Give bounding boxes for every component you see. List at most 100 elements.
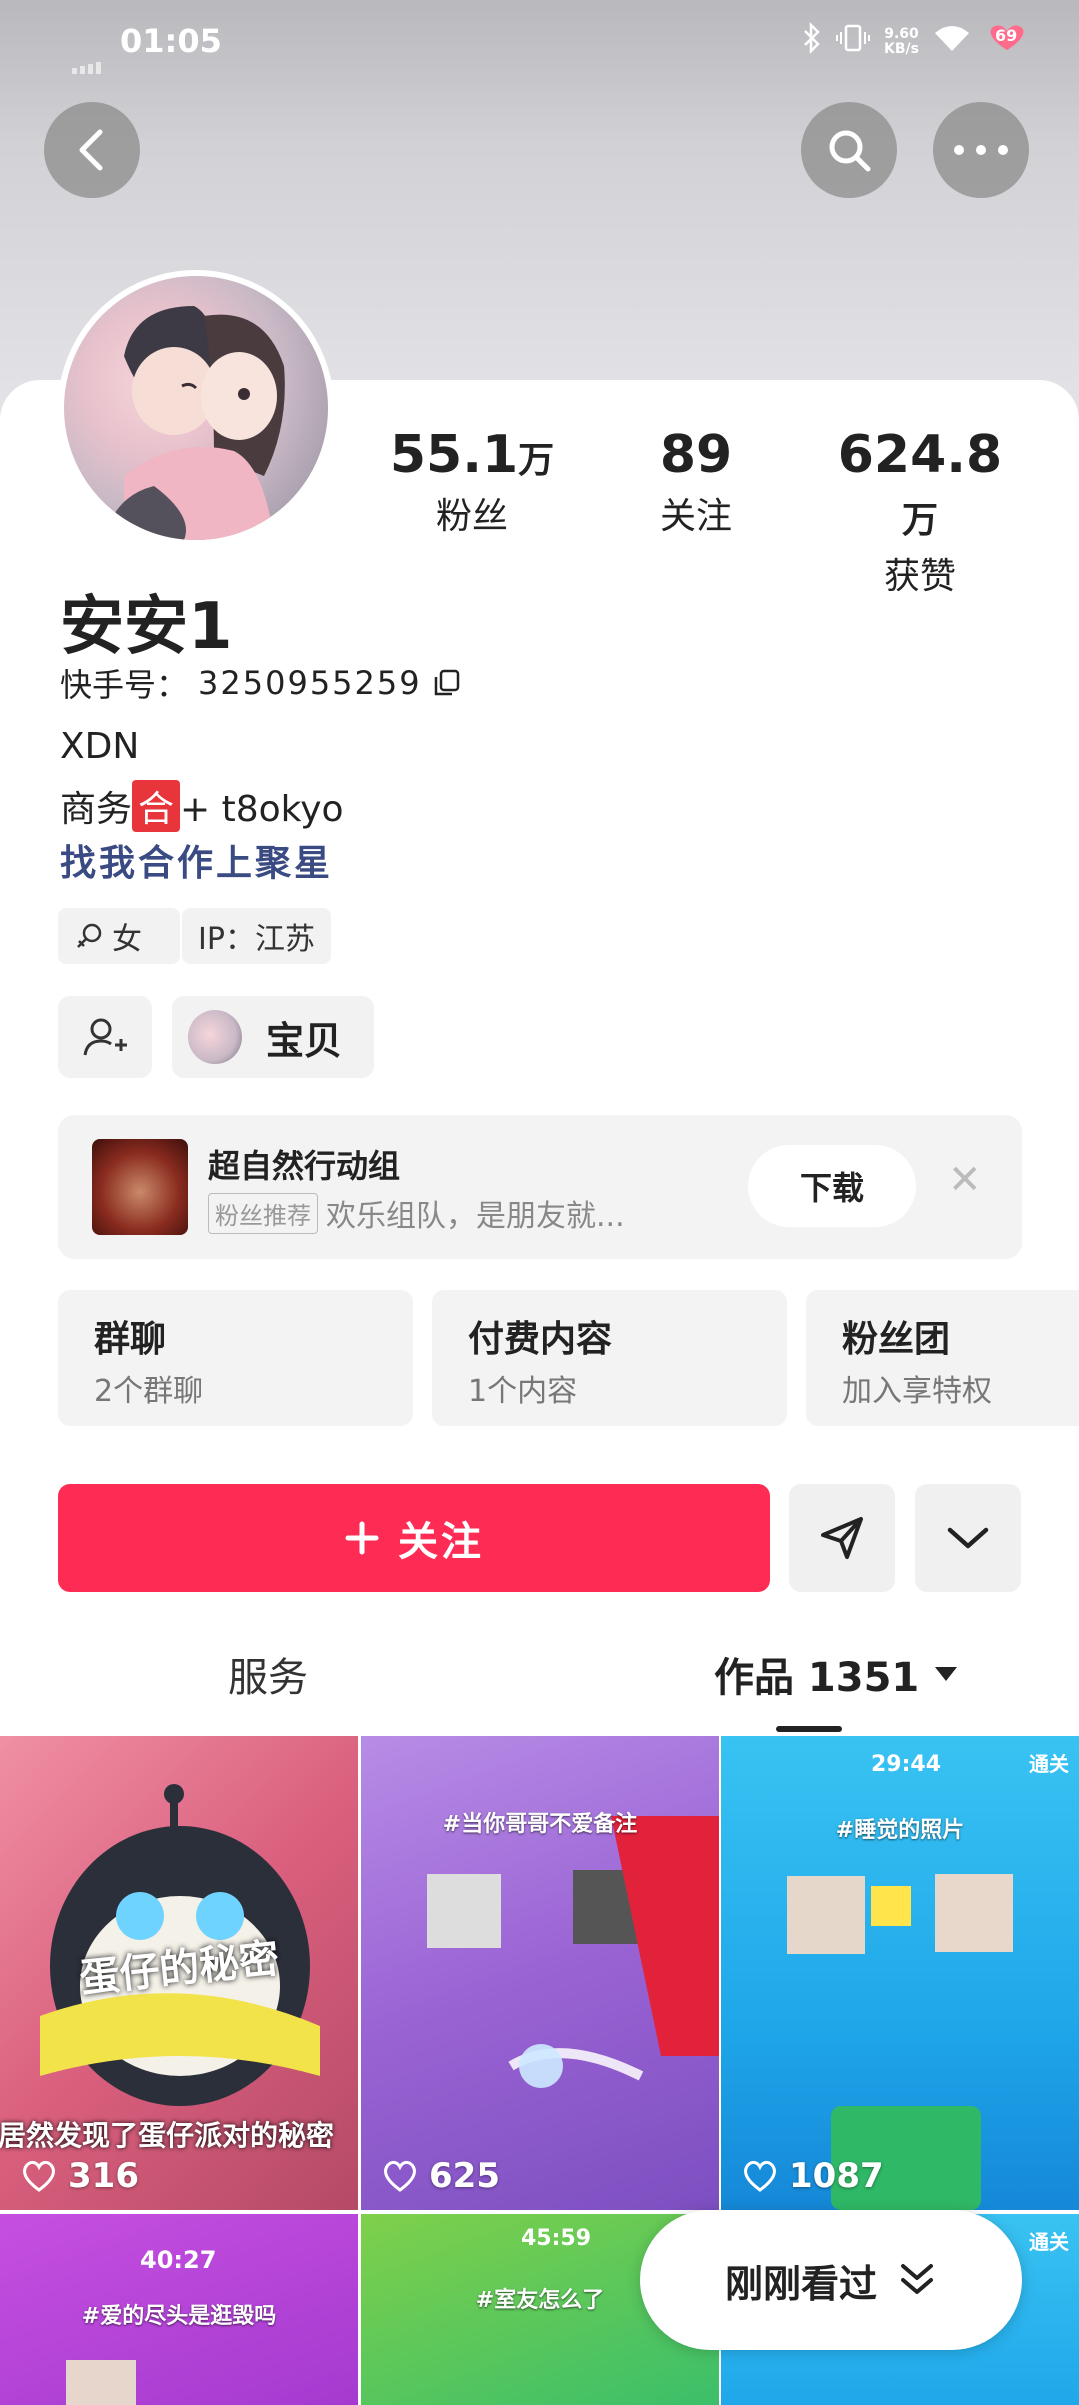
kuaishou-id: 快手号： 3250955259 (60, 660, 462, 706)
stat-fans-value: 55.1万 (389, 425, 555, 485)
feature-title: 群聊 (94, 1319, 167, 1360)
stat-following-value: 89 (659, 425, 733, 485)
battery-icon: 69 (985, 23, 1029, 60)
baby-label: 宝贝 (266, 1018, 343, 1063)
recently-viewed-label: 刚刚看过 (724, 2261, 877, 2306)
feature-title: 付费内容 (468, 1319, 613, 1360)
search-button[interactable] (801, 102, 897, 198)
video-1-likes: 316 (20, 2156, 139, 2196)
promo-subtitle: 粉丝推荐 欢乐组队，是朋友就... (208, 1191, 625, 1235)
add-user-icon (83, 1018, 127, 1056)
video-2-likes: 625 (381, 2156, 500, 2196)
bio-line-1: XDN (60, 726, 140, 767)
more-button[interactable] (933, 102, 1029, 198)
caret-down-icon (935, 1667, 958, 1681)
stat-following[interactable]: 89 关注 (596, 425, 796, 539)
stat-fans-label: 粉丝 (435, 496, 508, 537)
chevron-down-icon (947, 1527, 989, 1549)
tab-service[interactable]: 服务 (228, 1645, 308, 1703)
copy-icon[interactable] (432, 668, 462, 698)
video-thumb-3[interactable]: 29:44 通关 #睡觉的照片 1087 (721, 1736, 1079, 2210)
video-thumb-2[interactable]: #当你哥哥不爱备注 625 (361, 1736, 719, 2210)
battery-level: 69 (995, 26, 1018, 45)
back-button[interactable] (44, 102, 140, 198)
video-3-timer: 29:44 (871, 1752, 942, 1777)
send-icon (821, 1517, 863, 1559)
video-thumb-1[interactable]: 蛋仔的秘密 我居然发现了蛋仔派对的秘密 316 (0, 1736, 358, 2210)
video-2-likes-count: 625 (429, 2156, 500, 2196)
promo-chip: 粉丝推荐 (208, 1192, 318, 1234)
bio-link[interactable]: 找我合作上聚星 (60, 834, 333, 886)
follow-label: 关注 (398, 1519, 484, 1565)
expand-button[interactable] (915, 1484, 1021, 1592)
video-4-timer: 40:27 (140, 2246, 217, 2274)
feature-group-chat[interactable]: 群聊 2个群聊 (58, 1290, 413, 1426)
promo-card[interactable]: 超自然行动组 粉丝推荐 欢乐组队，是朋友就... 下载 ✕ (58, 1115, 1022, 1259)
video-2-hashtag: #当你哥哥不爱备注 (442, 1812, 638, 1837)
follow-button[interactable]: 关注 (58, 1484, 770, 1592)
wifi-icon (933, 23, 971, 60)
ip-tag: IP：江苏 (182, 908, 331, 964)
stat-following-label: 关注 (659, 496, 732, 537)
baby-link[interactable]: 宝贝 (172, 996, 374, 1078)
tab-indicator (776, 1726, 842, 1732)
female-icon (77, 923, 102, 948)
heart-icon (744, 2160, 776, 2192)
heart-icon (23, 2160, 55, 2192)
video-3-likes: 1087 (741, 2156, 884, 2196)
video-4-faces (66, 2360, 136, 2405)
video-5-timer: 45:59 (521, 2226, 592, 2251)
promo-desc: 欢乐组队，是朋友就... (326, 1199, 625, 1234)
vibrate-icon (836, 22, 871, 61)
profile-name: 安安1 (60, 590, 233, 664)
video-4-hashtag: #爱的尽头是逛毁吗 (81, 2304, 277, 2329)
stat-likes[interactable]: 624.8万 获赞 (820, 425, 1020, 599)
net-speed: 9.60 KB/s (884, 25, 919, 57)
feature-fan-club[interactable]: 粉丝团 加入享特权 (806, 1290, 1079, 1426)
bio-line-2: 商务合 + t8okyo (60, 780, 344, 832)
close-icon[interactable]: ✕ (948, 1157, 982, 1203)
heart-icon (384, 2160, 416, 2192)
message-button[interactable] (789, 1484, 895, 1592)
plus-icon (345, 1521, 379, 1555)
feature-sub: 1个内容 (468, 1374, 578, 1409)
kuaishou-id-label: 快手号： (60, 666, 189, 704)
download-button[interactable]: 下载 (748, 1145, 916, 1227)
tab-works-label: 作品 1351 (714, 1655, 920, 1701)
stat-likes-value: 624.8万 (837, 425, 1003, 541)
promo-game-icon (92, 1139, 188, 1235)
status-bar: 01:05 9.60 KB/s 69 (0, 18, 1079, 74)
video-1-likes-count: 316 (68, 2156, 139, 2196)
video-1-overlay: 我居然发现了蛋仔派对的秘密 (0, 2119, 335, 2152)
video-3-badge: 通关 (1029, 1752, 1069, 1776)
feature-paid-content[interactable]: 付费内容 1个内容 (432, 1290, 787, 1426)
tab-works[interactable]: 作品 1351 (714, 1645, 959, 1703)
recently-viewed-button[interactable]: 刚刚看过 (640, 2210, 1022, 2350)
video-3-likes-count: 1087 (789, 2156, 884, 2196)
baby-avatar (188, 1010, 242, 1064)
stat-fans[interactable]: 55.1万 粉丝 (372, 425, 572, 539)
bio-line-2-suffix: + t8okyo (180, 789, 344, 830)
video-6-badge: 通关 (1029, 2230, 1069, 2254)
feature-sub: 加入享特权 (842, 1374, 992, 1409)
back-arrow-icon (79, 129, 103, 171)
add-friend-button[interactable] (58, 996, 152, 1078)
feature-sub: 2个群聊 (94, 1374, 204, 1409)
avatar[interactable] (58, 270, 334, 546)
status-time: 01:05 (120, 22, 222, 60)
bluetooth-icon (802, 21, 822, 61)
search-icon (829, 130, 871, 172)
avatar-image (64, 276, 328, 540)
business-badge: 合 (132, 780, 181, 832)
video-thumb-4[interactable]: 40:27 #爱的尽头是逛毁吗 (0, 2214, 358, 2405)
more-icon (954, 145, 1008, 155)
feature-title: 粉丝团 (842, 1319, 951, 1360)
kuaishou-id-value: 3250955259 (198, 664, 422, 702)
stat-likes-label: 获赞 (883, 556, 956, 597)
double-chevron-down-icon (901, 2264, 933, 2294)
video-3-art (787, 1874, 1013, 2210)
bio-line-2-prefix: 商务 (60, 789, 133, 830)
video-3-hashtag: #睡觉的照片 (835, 1818, 965, 1843)
signal-icon (72, 44, 112, 82)
gender-tag-label: 女 (112, 922, 142, 957)
